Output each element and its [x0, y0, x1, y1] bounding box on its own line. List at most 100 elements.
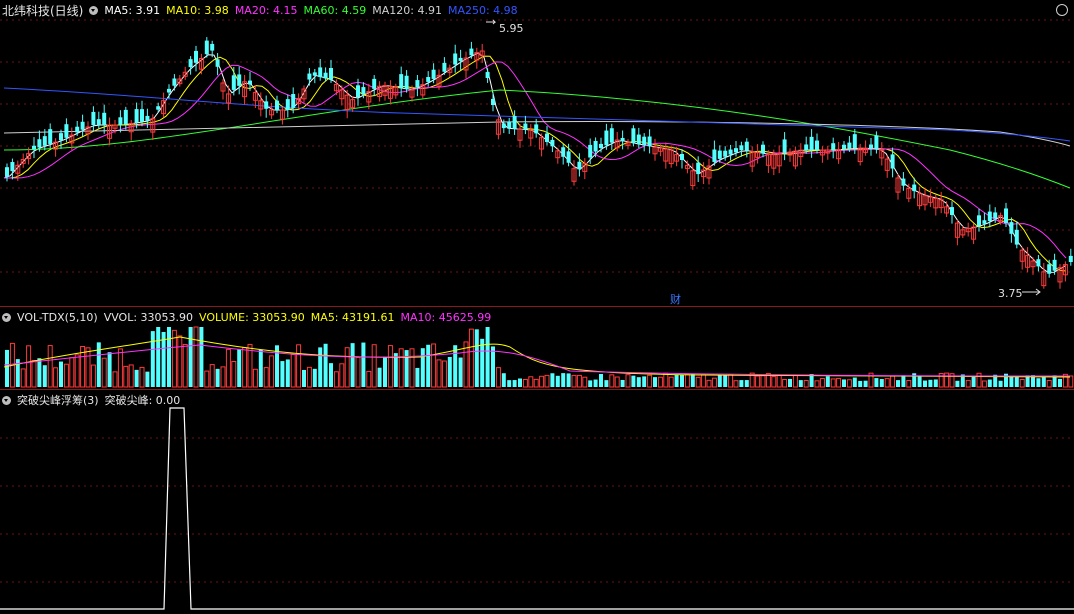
- candle-down: [728, 149, 733, 155]
- volume-bar: [706, 379, 712, 388]
- candle-down: [744, 141, 749, 151]
- indicator-panel[interactable]: 突破尖峰浮筹(3) 突破尖峰: 0.00: [0, 390, 1074, 614]
- volume-bar: [280, 361, 285, 387]
- volume-bar: [474, 329, 479, 387]
- volume-bar: [544, 374, 550, 388]
- candle-down: [1052, 259, 1057, 271]
- volume-bar: [684, 374, 690, 388]
- volume-bar: [695, 376, 701, 388]
- ma5-line: [3, 52, 1067, 273]
- volume-bar: [657, 376, 663, 388]
- candle-down: [1004, 208, 1008, 223]
- volume-bar: [733, 380, 739, 388]
- volume-panel[interactable]: VOL-TDX(5,10) VVOL: 33053.90 VOLUME: 330…: [0, 307, 1074, 389]
- candle-down: [123, 109, 128, 125]
- candle-down: [717, 150, 722, 159]
- volume-panel-header: VOL-TDX(5,10) VVOL: 33053.90 VOLUME: 330…: [2, 310, 491, 324]
- candle-down: [847, 142, 852, 149]
- indicator-panel-header: 突破尖峰浮筹(3) 突破尖峰: 0.00: [2, 393, 180, 407]
- candle-down: [102, 112, 107, 125]
- volume-bar: [501, 373, 506, 387]
- candlestick-chart[interactable]: 5.95 3.75: [0, 0, 1074, 306]
- volume-bar: [53, 367, 59, 388]
- volume-bar: [874, 378, 879, 387]
- volume-bar: [269, 355, 275, 388]
- candle-down: [91, 111, 96, 125]
- chevron-down-icon[interactable]: [89, 5, 99, 15]
- candle-down: [761, 144, 765, 154]
- volume-bar: [755, 375, 761, 388]
- volume-bar: [193, 326, 199, 388]
- volume-bar: [998, 380, 1003, 387]
- volume-bar: [209, 364, 215, 388]
- candle-down: [491, 98, 495, 105]
- chevron-down-icon[interactable]: [2, 312, 11, 322]
- candle-down: [501, 123, 506, 129]
- candle-down: [458, 57, 463, 61]
- volume-bar: [896, 380, 900, 387]
- candle-down: [550, 139, 555, 147]
- finance-marker[interactable]: 财: [670, 291, 681, 307]
- volume-bar: [220, 366, 226, 388]
- volume-bar: [771, 376, 777, 388]
- volume-bar: [582, 376, 588, 388]
- breakout-peak-label: 突破尖峰: 0.00: [104, 394, 181, 407]
- volume-bar: [701, 374, 707, 388]
- volume-title[interactable]: VOL-TDX(5,10): [17, 311, 98, 324]
- candle-down: [75, 126, 80, 133]
- volume-bar: [123, 365, 129, 388]
- volume-bar: [571, 374, 577, 388]
- indicator-chart[interactable]: [0, 390, 1074, 614]
- volume-bar: [576, 374, 582, 388]
- volume-bar: [711, 377, 717, 388]
- candle-down: [231, 75, 236, 90]
- price-panel[interactable]: 北纬科技(日线) MA5: 3.91 MA10: 3.98 MA20: 4.15…: [0, 0, 1074, 306]
- volume-bar: [258, 349, 263, 387]
- volume-bar: [393, 353, 398, 387]
- candle-down: [156, 106, 161, 110]
- volume-bar: [1009, 376, 1014, 387]
- stock-title[interactable]: 北纬科技(日线): [2, 2, 83, 19]
- vol-ma10-label: MA10: 45625.99: [400, 310, 492, 324]
- volume-bar: [426, 344, 431, 387]
- volume-bar: [884, 378, 890, 388]
- candle-down: [1047, 264, 1052, 274]
- indicator-title[interactable]: 突破尖峰浮筹(3): [17, 392, 99, 408]
- volume-bar: [182, 343, 188, 388]
- candle-down: [577, 161, 582, 170]
- volume-bar: [901, 375, 906, 387]
- chevron-down-icon[interactable]: [2, 395, 11, 405]
- volume-bar: [788, 378, 792, 387]
- price-panel-header: 北纬科技(日线) MA5: 3.91 MA10: 3.98 MA20: 4.15…: [2, 2, 518, 19]
- candle-down: [647, 136, 652, 147]
- candle-down: [987, 211, 992, 222]
- candle-down: [599, 143, 603, 148]
- candle-down: [734, 148, 738, 153]
- candle-down: [167, 88, 171, 93]
- candle-down: [64, 124, 69, 138]
- volume-bar: [447, 356, 452, 387]
- candle-down: [912, 184, 917, 192]
- candle-down: [264, 101, 269, 109]
- volume-bar: [636, 377, 641, 387]
- volume-bar: [296, 344, 302, 388]
- candle-down: [874, 135, 879, 150]
- volume-bar: [976, 372, 982, 388]
- volume-bar: [495, 367, 501, 388]
- volume-bar: [1019, 378, 1025, 388]
- volume-bar: [69, 357, 75, 388]
- volume-bar: [717, 375, 722, 387]
- volume-bar: [329, 363, 333, 387]
- volume-bar: [361, 342, 366, 387]
- ma10-label: MA10: 3.98: [166, 3, 229, 17]
- candle-down: [210, 43, 215, 51]
- candle-down: [204, 40, 209, 55]
- volume-bar: [825, 376, 830, 387]
- volume-bar: [85, 347, 91, 388]
- volume-bar: [830, 378, 836, 388]
- candle-down: [1068, 255, 1073, 262]
- volume-bar: [371, 344, 377, 388]
- candle-down: [285, 99, 290, 110]
- candle-down: [782, 139, 787, 153]
- candle-down: [399, 74, 404, 89]
